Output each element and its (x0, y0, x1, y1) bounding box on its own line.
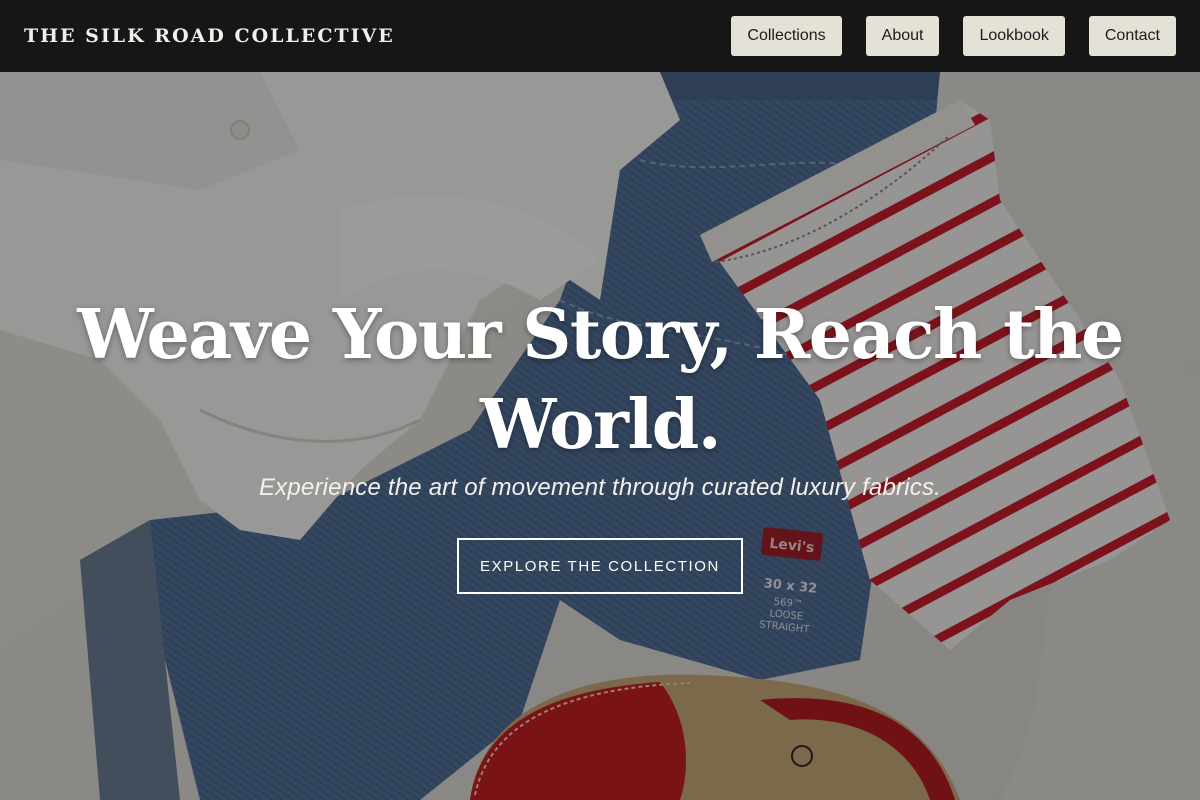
hero-headline: Weave Your Story, Reach the World. (77, 295, 1124, 465)
explore-collection-button[interactable]: EXPLORE THE COLLECTION (457, 538, 743, 594)
nav-collections-button[interactable]: Collections (731, 16, 842, 56)
nav-lookbook-button[interactable]: Lookbook (963, 16, 1065, 56)
hero-content: Weave Your Story, Reach the World. Exper… (0, 290, 1200, 594)
nav-contact-button[interactable]: Contact (1088, 16, 1176, 56)
top-navbar: THE SILK ROAD COLLECTIVE Collections Abo… (0, 0, 1200, 72)
main-nav: Collections About Lookbook Contact (731, 16, 1176, 56)
hero-tagline: Experience the art of movement through c… (258, 474, 942, 501)
brand-logo[interactable]: THE SILK ROAD COLLECTIVE (24, 25, 395, 47)
nav-about-button[interactable]: About (865, 16, 940, 56)
